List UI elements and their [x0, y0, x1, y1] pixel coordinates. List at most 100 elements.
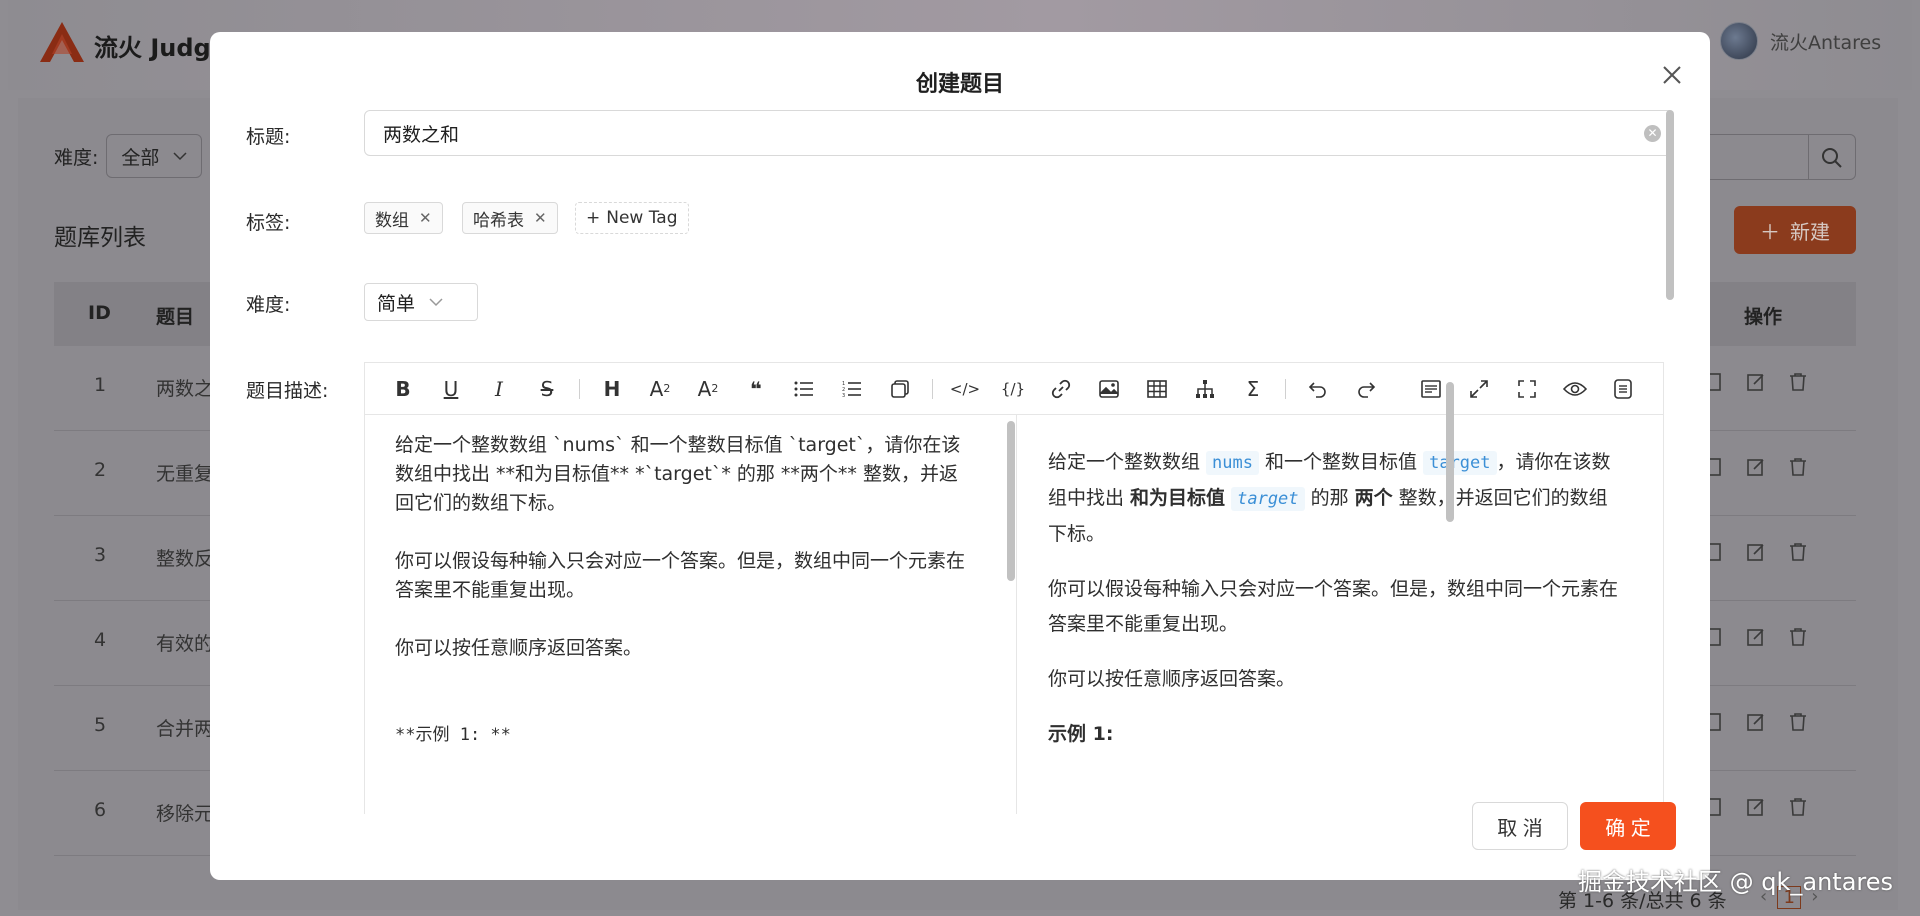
preview-text: 的那 — [1304, 487, 1355, 509]
markdown-source-pane[interactable]: 给定一个整数数组 `nums` 和一个整数目标值 `target`，请你在该数组… — [365, 415, 1017, 814]
inline-code: target — [1423, 451, 1497, 475]
undo-icon[interactable] — [1294, 365, 1342, 413]
inline-code: nums — [1206, 451, 1259, 475]
page-fullscreen-icon[interactable] — [1455, 365, 1503, 413]
source-paragraph: 你可以按任意顺序返回答案。 — [395, 637, 643, 659]
row-actions — [1704, 797, 1808, 817]
edit-icon[interactable] — [1746, 712, 1766, 732]
edit-icon[interactable] — [1746, 627, 1766, 647]
row-id: 4 — [94, 629, 107, 651]
tags-label: 标签: — [246, 212, 291, 234]
row-id: 3 — [94, 544, 107, 566]
row-id: 1 — [94, 374, 107, 396]
strikethrough-icon[interactable]: S — [523, 365, 571, 413]
italic-icon[interactable]: I — [475, 365, 523, 413]
unordered-list-icon[interactable] — [780, 365, 828, 413]
code-row-icon[interactable]: {/} — [989, 365, 1037, 413]
delete-icon[interactable] — [1788, 712, 1808, 732]
description-label: 题目描述: — [246, 380, 329, 402]
modal-scrollbar[interactable] — [1666, 110, 1674, 300]
delete-icon[interactable] — [1788, 372, 1808, 392]
search-icon[interactable] — [1821, 147, 1843, 169]
bold-icon[interactable]: B — [379, 365, 427, 413]
inline-code: target — [1231, 487, 1305, 511]
source-scrollbar[interactable] — [1007, 421, 1015, 581]
row-title[interactable]: 两数之和 — [156, 374, 216, 401]
column-actions: 操作 — [1744, 306, 1783, 328]
toolbar-divider — [579, 378, 580, 399]
user-menu[interactable]: 流火Antares — [1720, 22, 1881, 60]
difficulty-filter: 难度: 全部 — [54, 134, 203, 178]
row-title[interactable]: 整数反 — [156, 544, 216, 571]
tag-label: 数组 — [375, 210, 409, 231]
new-tag-button[interactable]: + New Tag — [575, 202, 689, 234]
app-name: 流火 Judge — [94, 34, 228, 62]
row-actions — [1704, 542, 1808, 562]
watermark: 掘金技术社区 @ qk_antares — [1578, 868, 1894, 896]
search-divider — [1808, 135, 1809, 179]
edit-icon[interactable] — [1746, 372, 1766, 392]
app-logo-icon[interactable] — [38, 20, 86, 64]
preview-eye-icon[interactable] — [1551, 365, 1599, 413]
difficulty-value: 简单 — [377, 292, 416, 315]
row-title[interactable]: 无重复 — [156, 459, 216, 486]
catalog-icon[interactable] — [1599, 365, 1647, 413]
row-id: 5 — [94, 714, 107, 736]
edit-icon[interactable] — [1746, 542, 1766, 562]
mermaid-diagram-icon[interactable] — [1181, 365, 1229, 413]
preview-bold: 两个 — [1354, 487, 1393, 509]
subscript-icon[interactable]: A2 — [636, 365, 684, 413]
column-id: ID — [88, 302, 111, 324]
new-problem-button[interactable]: ＋ 新建 — [1734, 206, 1856, 254]
row-title[interactable]: 合并两 — [156, 714, 216, 741]
difficulty-filter-select[interactable]: 全部 — [106, 134, 203, 178]
delete-icon[interactable] — [1788, 457, 1808, 477]
row-title[interactable]: 移除元 — [156, 799, 216, 826]
title-input[interactable]: 两数之和 ✕ — [364, 110, 1674, 156]
fullscreen-icon[interactable] — [1503, 365, 1551, 413]
confirm-button[interactable]: 确 定 — [1580, 802, 1676, 850]
preview-scrollbar[interactable] — [1446, 382, 1454, 522]
close-icon[interactable] — [1657, 60, 1687, 90]
edit-icon[interactable] — [1746, 457, 1766, 477]
title-input-value: 两数之和 — [383, 123, 460, 146]
preview-paragraph: 给定一个整数数组 nums 和一个整数目标值 target ，请你在该数组中找出 … — [1048, 445, 1625, 552]
edit-icon[interactable] — [1746, 797, 1766, 817]
clear-icon[interactable]: ✕ — [1644, 125, 1661, 142]
tag-item: 数组 ✕ — [364, 202, 443, 234]
delete-icon[interactable] — [1788, 797, 1808, 817]
create-problem-modal: 创建题目 标题: 两数之和 ✕ 标签: 数组 ✕ 哈希表 ✕ + New Tag… — [210, 32, 1710, 880]
chevron-down-icon — [429, 298, 443, 307]
preview-text: 和一个整数目标值 — [1259, 451, 1424, 473]
cancel-button[interactable]: 取 消 — [1472, 802, 1568, 850]
redo-icon[interactable] — [1342, 365, 1390, 413]
difficulty-select[interactable]: 简单 — [364, 283, 478, 321]
heading-icon[interactable]: H — [588, 365, 636, 413]
preview-heading: 示例 1: — [1048, 723, 1114, 745]
table-icon[interactable] — [1133, 365, 1181, 413]
search-box[interactable] — [1700, 134, 1856, 180]
delete-icon[interactable] — [1788, 542, 1808, 562]
source-paragraph: 你可以假设每种输入只会对应一个答案。但是，数组中同一个元素在答案里不能重复出现。 — [395, 550, 966, 601]
avatar[interactable] — [1720, 22, 1758, 60]
underline-icon[interactable]: U — [427, 365, 475, 413]
close-icon[interactable]: ✕ — [419, 209, 432, 227]
title-label: 标题: — [246, 126, 291, 148]
link-icon[interactable] — [1037, 365, 1085, 413]
superscript-icon[interactable]: A2 — [684, 365, 732, 413]
column-title: 题目 — [156, 306, 195, 328]
delete-icon[interactable] — [1788, 627, 1808, 647]
preview-bold: 和为目标值 — [1130, 487, 1226, 509]
row-title[interactable]: 有效的 — [156, 629, 216, 656]
plus-icon: + — [586, 208, 601, 228]
quote-icon[interactable]: ❝ — [732, 365, 780, 413]
image-icon[interactable] — [1085, 365, 1133, 413]
inline-code-icon[interactable]: </> — [941, 365, 989, 413]
new-tag-label: New Tag — [606, 208, 678, 228]
row-actions — [1704, 457, 1808, 477]
code-block-icon[interactable] — [876, 365, 924, 413]
formula-icon[interactable]: Σ — [1229, 365, 1277, 413]
ordered-list-icon[interactable]: 123 — [828, 365, 876, 413]
close-icon[interactable]: ✕ — [534, 209, 547, 227]
